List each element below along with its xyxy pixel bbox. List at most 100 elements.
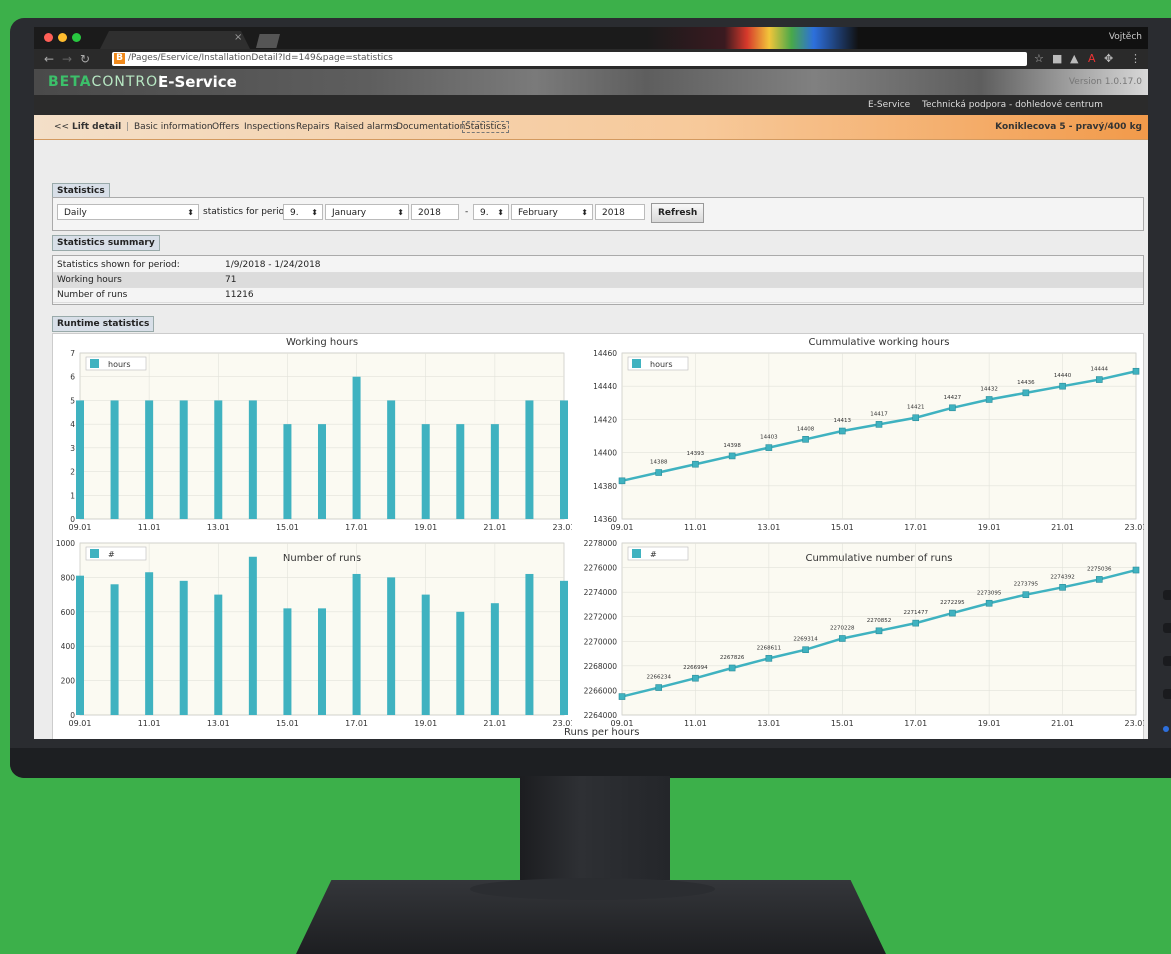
maximize-dot[interactable] [72, 33, 81, 42]
data-label: 2271477 [903, 610, 928, 616]
back-link[interactable]: << [54, 122, 69, 132]
data-label: 14427 [944, 395, 962, 401]
granularity-select[interactable]: Daily ⬍ [57, 204, 199, 220]
x-tick-label: 23.01 [1125, 719, 1144, 728]
monitor-button [1163, 689, 1171, 699]
forward-icon[interactable]: → [62, 52, 72, 66]
x-tick-label: 19.01 [978, 719, 1001, 728]
menu-item-eservice[interactable]: E-Service [868, 100, 910, 110]
data-label: 14421 [907, 405, 925, 411]
data-point [802, 646, 809, 654]
data-label: 2267826 [720, 655, 745, 661]
summary-label: Number of runs [57, 290, 128, 300]
data-point [728, 664, 736, 672]
bookmark-star-icon[interactable]: ☆ [1034, 52, 1044, 65]
betacontrol-logo[interactable]: BETACONTROL [48, 74, 167, 90]
data-point [655, 684, 663, 691]
bar [421, 594, 430, 715]
data-label: 2274392 [1050, 574, 1075, 580]
from-year-value: 2018 [418, 208, 441, 218]
bar [456, 611, 465, 715]
from-day-value: 9. [290, 208, 299, 218]
chevron-down-icon: ⬍ [581, 208, 588, 217]
tab-raised-alarms[interactable]: Raised alarms [334, 122, 397, 132]
to-day-value: 9. [480, 208, 489, 218]
summary-label: Statistics shown for period: [57, 260, 180, 270]
y-tick-label: 1000 [56, 539, 75, 548]
tab-offers[interactable]: Offers [212, 122, 239, 132]
bar [110, 584, 119, 715]
tab-repairs[interactable]: Repairs [296, 122, 330, 132]
minimize-dot[interactable] [58, 33, 67, 42]
acrobat-icon[interactable]: A [1088, 52, 1096, 65]
bar [318, 424, 326, 519]
from-year-input[interactable]: 2018 [411, 204, 459, 220]
profile-name[interactable]: Vojtěch [1109, 32, 1142, 42]
chart-title: Cummulative number of runs [805, 553, 952, 564]
data-label: 2272295 [940, 600, 965, 606]
data-point [618, 477, 626, 485]
data-point [692, 460, 699, 468]
data-label: 14432 [980, 386, 998, 392]
data-label: 14393 [687, 451, 705, 457]
chart-title: Working hours [286, 337, 358, 348]
menu-kebab-icon[interactable]: ⋮ [1130, 52, 1141, 65]
data-label: 14398 [723, 443, 741, 449]
close-dot[interactable] [44, 33, 53, 42]
bar [248, 400, 257, 519]
bar [179, 400, 188, 519]
bar [283, 608, 292, 715]
favicon-icon: B [114, 53, 125, 64]
extension-icon[interactable]: ■ [1052, 52, 1062, 65]
summary-heading: Statistics summary [52, 235, 160, 251]
x-tick-label: 17.01 [345, 719, 368, 728]
y-tick-label: 2266000 [584, 686, 618, 695]
drive-icon[interactable]: ▲ [1070, 52, 1078, 65]
chevron-down-icon: ⬍ [311, 208, 318, 217]
menu-item-support[interactable]: Technická podpora - dohledové centrum [922, 100, 1103, 110]
y-tick-label: 3 [70, 444, 75, 453]
bar [283, 424, 292, 519]
data-point [875, 627, 883, 635]
data-point [1059, 382, 1066, 390]
data-label: 2270228 [830, 625, 855, 631]
data-label: 14436 [1017, 380, 1035, 386]
data-label: 2275036 [1087, 566, 1112, 572]
bar [214, 594, 223, 715]
data-label: 2269314 [793, 637, 818, 643]
chevron-down-icon: ⬍ [187, 208, 194, 217]
y-tick-label: 2276000 [584, 564, 618, 573]
bar [525, 573, 534, 715]
chevron-down-icon: ⬍ [497, 208, 504, 217]
to-day-select[interactable]: 9. ⬍ [473, 204, 509, 220]
tab-inspections[interactable]: Inspections [244, 122, 295, 132]
from-day-select[interactable]: 9. ⬍ [283, 204, 323, 220]
tab-documentation[interactable]: Documentation [396, 122, 465, 132]
bar [387, 577, 396, 715]
from-month-select[interactable]: January ⬍ [325, 204, 409, 220]
legend-swatch [632, 359, 641, 368]
to-month-select[interactable]: February ⬍ [511, 204, 593, 220]
data-label: 2270852 [867, 618, 892, 624]
summary-value: 71 [225, 275, 237, 285]
new-tab-button[interactable] [256, 34, 280, 48]
y-tick-label: 2270000 [584, 637, 618, 646]
y-tick-label: 2274000 [584, 588, 618, 597]
tab-basic-information[interactable]: Basic information [134, 122, 213, 132]
screen: × Vojtěch ← → ↻ B /Pages/Eservice/Instal… [34, 27, 1148, 739]
back-icon[interactable]: ← [44, 52, 54, 66]
to-year-input[interactable]: 2018 [595, 204, 645, 220]
puzzle-icon[interactable]: ✥ [1104, 52, 1113, 65]
url-field[interactable]: B /Pages/Eservice/InstallationDetail?Id=… [112, 52, 1027, 66]
address-bar-row: ← → ↻ B /Pages/Eservice/InstallationDeta… [34, 49, 1148, 69]
top-menu: E-Service Technická podpora - dohledové … [34, 95, 1148, 115]
page-title: Lift detail [72, 122, 122, 132]
reload-icon[interactable]: ↻ [80, 52, 90, 66]
from-month-value: January [332, 208, 367, 218]
browser-tab[interactable] [100, 31, 250, 49]
tab-statistics[interactable]: Statistics [462, 121, 510, 133]
data-label: 2273095 [977, 590, 1002, 596]
tab-close-icon[interactable]: × [234, 32, 242, 43]
bar [76, 400, 84, 519]
refresh-button[interactable]: Refresh [651, 203, 705, 223]
